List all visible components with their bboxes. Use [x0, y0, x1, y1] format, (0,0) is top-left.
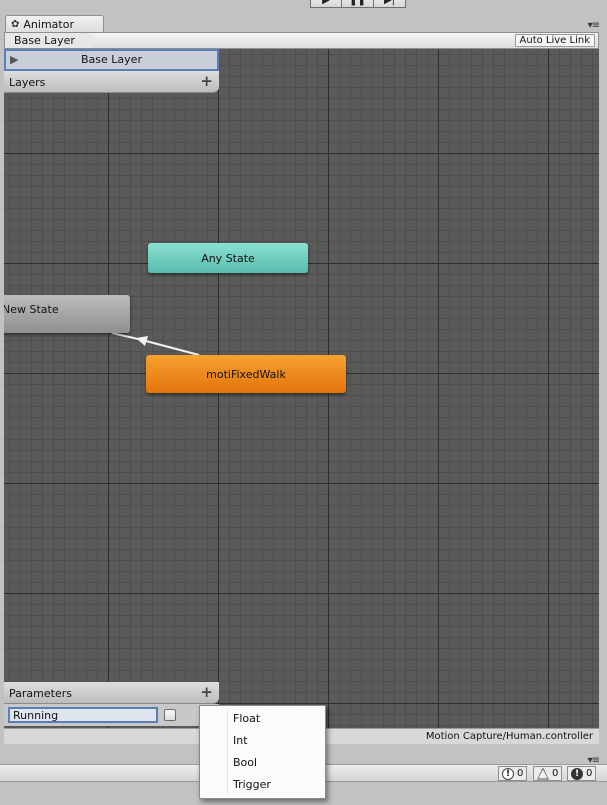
auto-live-link-button[interactable]: Auto Live Link: [514, 34, 595, 47]
layers-title: Layers: [9, 76, 46, 89]
info-count: 0: [517, 768, 524, 779]
pause-icon: ❚❚: [349, 0, 366, 6]
breadcrumb-bar: Base Layer Auto Live Link: [4, 32, 599, 49]
step-icon: ▶|: [383, 0, 396, 6]
motifixedwalk-state-node[interactable]: motiFixedWalk: [146, 355, 346, 393]
error-icon: !: [571, 767, 583, 780]
error-count: 0: [586, 768, 593, 779]
new-state-node[interactable]: New State: [4, 295, 130, 333]
menu-gutter: [227, 708, 228, 796]
parameter-row: [4, 704, 219, 726]
info-icon: !: [502, 767, 514, 780]
warning-counter[interactable]: 0: [533, 766, 563, 781]
layer-item-base-layer[interactable]: ▶ Base Layer: [4, 49, 219, 71]
animator-tab[interactable]: ✿ Animator: [5, 15, 104, 33]
playback-controls: ▶ ❚❚ ▶|: [310, 0, 406, 8]
layer-name: Base Layer: [81, 53, 142, 66]
menu-item-float[interactable]: Float: [200, 708, 325, 730]
any-state-node[interactable]: Any State: [148, 243, 308, 273]
parameter-name-input[interactable]: [8, 707, 158, 723]
arrowhead-icon: [136, 336, 148, 346]
animator-icon: ✿: [11, 19, 20, 30]
add-layer-icon[interactable]: +: [200, 72, 213, 90]
window-menu-icon[interactable]: ▾≡: [588, 20, 600, 31]
play-icon: ▶: [322, 0, 330, 6]
layers-header: Layers +: [4, 71, 219, 93]
parameters-header: Parameters +: [4, 682, 219, 704]
play-button[interactable]: ▶: [310, 0, 342, 8]
main-toolbar: ▶ ❚❚ ▶|: [0, 0, 607, 14]
breadcrumb-base-layer[interactable]: Base Layer: [5, 33, 96, 48]
controller-path: Motion Capture/Human.controller: [425, 731, 593, 742]
new-state-label: New State: [4, 303, 59, 316]
menu-item-trigger[interactable]: Trigger: [200, 774, 325, 796]
parameters-title: Parameters: [9, 687, 72, 700]
any-state-label: Any State: [201, 251, 255, 265]
step-button[interactable]: ▶|: [374, 0, 406, 8]
state-machine-graph[interactable]: ▶ Base Layer Layers + Any State New Stat…: [4, 49, 599, 728]
menu-item-bool[interactable]: Bool: [200, 752, 325, 774]
walk-state-label: motiFixedWalk: [206, 367, 286, 381]
transition-line[interactable]: [145, 340, 200, 356]
warning-count: 0: [552, 768, 559, 779]
pause-button[interactable]: ❚❚: [342, 0, 374, 8]
warning-icon: [537, 767, 549, 780]
tab-title: Animator: [23, 18, 74, 31]
error-counter[interactable]: ! 0: [567, 766, 597, 781]
parameter-type-menu: Float Int Bool Trigger: [199, 705, 326, 799]
add-parameter-icon[interactable]: +: [200, 683, 213, 701]
menu-item-int[interactable]: Int: [200, 730, 325, 752]
transition-line-tail: [111, 332, 139, 340]
parameter-bool-checkbox[interactable]: [164, 709, 176, 721]
info-counter[interactable]: ! 0: [498, 766, 528, 781]
